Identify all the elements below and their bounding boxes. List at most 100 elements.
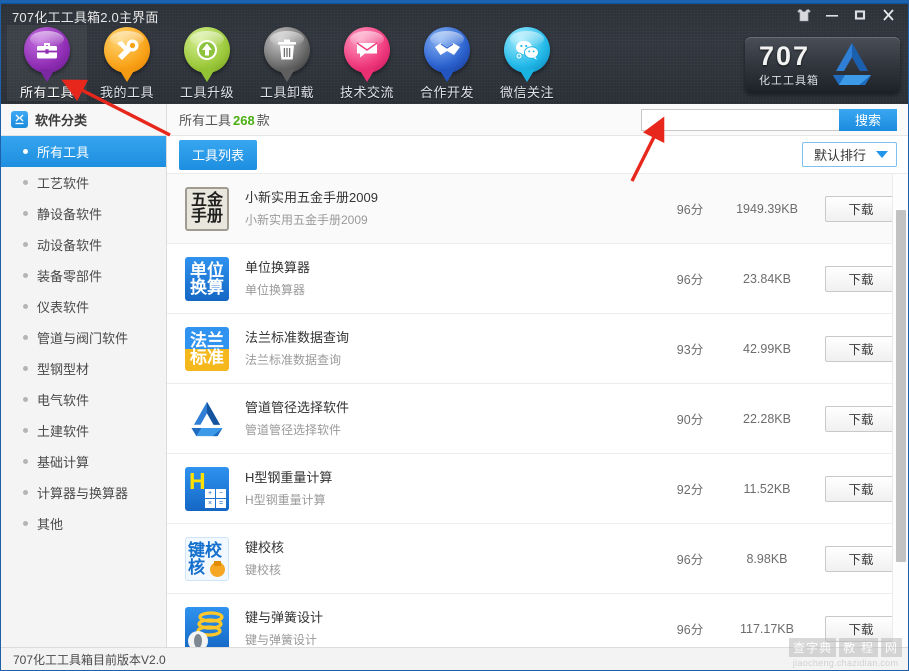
tool-score: 90分 [676,413,704,427]
count-number: 268 [233,113,255,128]
toolbar-item-tech-exchange[interactable]: 技术交流 [327,25,407,101]
sidebar: 软件分类 所有工具 工艺软件 静设备软件 动设备软件 装备零部件 仪表软件 管道与阀门软件型… [1,104,167,647]
tool-info: 键校核 键校核 [245,539,661,579]
tool-score: 96分 [676,203,704,217]
sidebar-item-9[interactable]: 土建软件 [1,415,166,446]
sidebar-item-0[interactable]: 所有工具 [1,136,166,167]
tool-title: 管道管径选择软件 [245,399,350,415]
count-prefix: 所有工具 [179,113,232,128]
tool-score: 96分 [676,273,704,287]
tool-row[interactable]: H + − × = H型钢重量计算 H型钢重量计算 92分 11.52KB 下载 [167,454,908,524]
main-toolbar: 所有工具 我的工具 工具升级 工具卸载 技术交流 合作开发 微信关注 [7,25,567,101]
status-text: 707化工工具箱目前版本V2.0 [13,653,166,667]
sidebar-item-1[interactable]: 工艺软件 [1,167,166,198]
tool-row[interactable]: 键与弹簧设计 键与弹簧设计 96分 117.17KB 下载 [167,594,908,647]
window-title: 707化工工具箱2.0主界面 [12,10,159,25]
chevron-down-icon [876,151,888,158]
toolbar-label: 合作开发 [419,85,474,100]
brand-subtitle: 化工工具箱 [759,74,819,87]
toolbar-item-uninstall[interactable]: 工具卸载 [247,25,327,101]
toolbar-item-all-tools[interactable]: 所有工具 [7,25,87,101]
pipe-diameter-icon [184,396,230,442]
tool-subtitle: H型钢重量计算 [245,492,326,507]
tool-list: 五金 手册 小新实用五金手册2009 小新实用五金手册2009 96分 1949.39KB… [167,174,908,647]
toolbar-item-my-tools[interactable]: 我的工具 [87,25,167,101]
list-header-row: 工具列表 默认排行 [167,136,908,174]
vertical-scrollbar[interactable] [892,174,908,647]
bullet-icon [23,521,28,526]
download-button[interactable]: 下载 [825,265,897,292]
tool-info: H型钢重量计算 H型钢重量计算 [245,469,661,509]
close-icon[interactable] [874,4,902,26]
bullet-icon [23,273,28,278]
download-cell: 下载 [815,615,897,642]
sort-label: 默认排行 [813,148,866,163]
tool-info: 单位换算器 单位换算器 [245,259,661,299]
search-input[interactable] [641,108,839,131]
chat-icon [342,27,392,76]
trash-icon [262,27,312,76]
download-cell: 下载 [815,405,897,432]
download-button[interactable]: 下载 [825,405,897,432]
sidebar-item-label: 计算器与换算器 [37,486,129,501]
tool-size: 117.17KB [740,621,794,636]
bullet-icon [23,211,28,216]
sidebar-item-10[interactable]: 基础计算 [1,446,166,477]
content-area: 软件分类 所有工具 工艺软件 静设备软件 动设备软件 装备零部件 仪表软件 管道与阀门软件型… [1,104,908,647]
sidebar-item-label: 型钢型材 [37,362,90,377]
scrollbar-thumb[interactable] [896,210,906,562]
bullet-icon [23,242,28,247]
download-button[interactable]: 下载 [825,615,897,642]
download-button[interactable]: 下载 [825,335,897,362]
tool-row[interactable]: 五金 手册 小新实用五金手册2009 小新实用五金手册2009 96分 1949.39KB… [167,174,908,244]
tool-list-scroll: 五金 手册 小新实用五金手册2009 小新实用五金手册2009 96分 1949.39KB… [167,174,908,647]
download-cell: 下载 [815,265,897,292]
tool-info: 管道管径选择软件 管道管径选择软件 [245,399,661,439]
tool-info: 小新实用五金手册2009 小新实用五金手册2009 [245,189,661,229]
window-header: 707化工工具箱2.0主界面 所有工具 我的工具 工具升级 工具卸载 技术交流 … [1,1,908,104]
toolbar-label: 工具升级 [179,85,234,100]
tool-row[interactable]: 法兰 标准 法兰标准数据查询 法兰标准数据查询 93分 42.99KB 下载 [167,314,908,384]
search-button[interactable]: 搜索 [839,108,897,131]
tool-info: 法兰标准数据查询 法兰标准数据查询 [245,329,661,369]
download-button[interactable]: 下载 [825,545,897,572]
download-button[interactable]: 下载 [825,475,897,502]
tool-title: 键校核 [245,539,285,555]
sidebar-item-11[interactable]: 计算器与换算器 [1,477,166,508]
sidebar-item-3[interactable]: 动设备软件 [1,229,166,260]
category-icon [11,111,28,128]
sidebar-item-4[interactable]: 装备零部件 [1,260,166,291]
application-window: 707化工工具箱2.0主界面 所有工具 我的工具 工具升级 工具卸载 技术交流 … [0,0,909,671]
sidebar-item-label: 电气软件 [37,393,90,408]
tool-row[interactable]: 键校核键校核 键校核 96分 8.98KB 下载 [167,524,908,594]
unit-converter-icon: 单位 换算 [184,256,230,302]
tool-row[interactable]: 单位 换算 单位换算器 单位换算器 96分 23.84KB 下载 [167,244,908,314]
bullet-icon [23,459,28,464]
toolbar-item-cooperation[interactable]: 合作开发 [407,25,487,101]
download-cell: 下载 [815,335,897,362]
sidebar-item-label: 动设备软件 [37,238,103,253]
tool-score: 92分 [676,483,704,497]
sort-dropdown[interactable]: 默认排行 [801,142,897,167]
minimize-icon[interactable] [818,4,846,26]
toolbar-item-upgrade[interactable]: 工具升级 [167,25,247,101]
sidebar-item-6[interactable]: 管道与阀门软件 [1,322,166,353]
download-button[interactable]: 下载 [825,195,897,222]
tool-count: 所有工具 268 款 [179,110,270,129]
category-list: 所有工具 工艺软件静设备软件动设备软件装备零部件 仪表软件 管道与阀门软件型钢型材电气… [1,136,166,539]
tab-tool-list[interactable]: 工具列表 [179,139,258,170]
sidebar-item-12[interactable]: 其他 [1,508,166,539]
bullet-icon [23,149,28,154]
sidebar-item-7[interactable]: 型钢型材 [1,353,166,384]
tool-row[interactable]: 管道管径选择软件 管道管径选择软件 90分 22.28KB 下载 [167,384,908,454]
skin-icon[interactable] [790,4,818,26]
maximize-icon[interactable] [846,4,874,26]
bullet-icon [23,397,28,402]
sidebar-item-5[interactable]: 仪表软件 [1,291,166,322]
sidebar-item-2[interactable]: 静设备软件 [1,198,166,229]
wechat-icon [502,27,552,76]
toolbar-item-wechat[interactable]: 微信关注 [487,25,567,101]
bullet-icon [23,180,28,185]
sidebar-item-8[interactable]: 电气软件 [1,384,166,415]
sidebar-item-label: 静设备软件 [37,207,103,222]
